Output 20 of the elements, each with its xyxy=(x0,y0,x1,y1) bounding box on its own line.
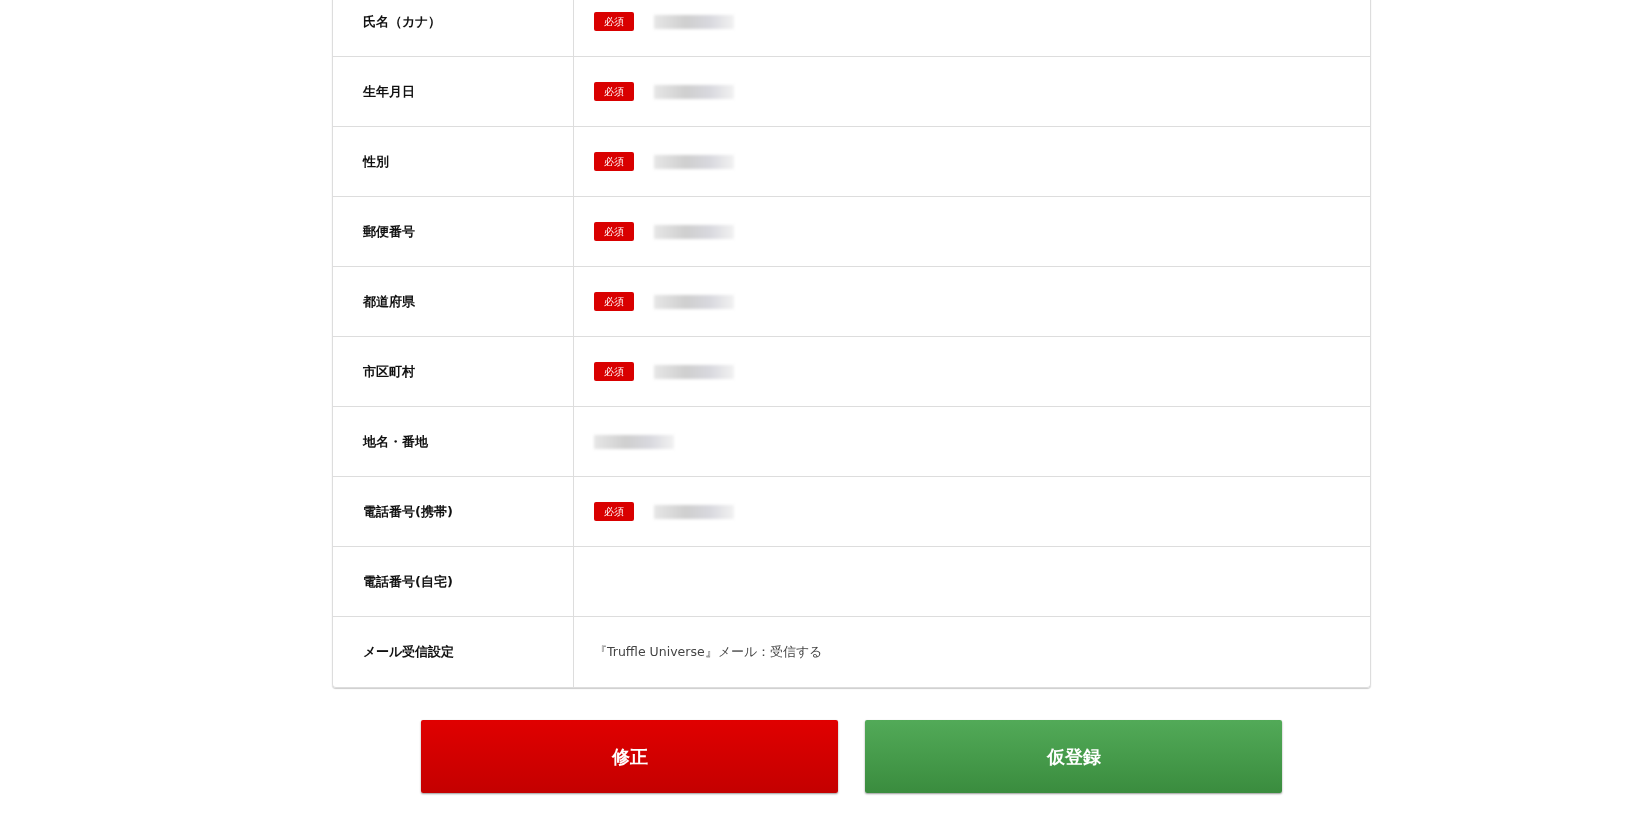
field-label: 地名・番地 xyxy=(363,432,428,451)
register-button[interactable]: 仮登録 xyxy=(865,720,1282,793)
field-label: 氏名（カナ） xyxy=(363,12,441,31)
field-label: 市区町村 xyxy=(363,362,415,381)
required-badge: 必須 xyxy=(594,152,634,171)
edit-button[interactable]: 修正 xyxy=(421,720,838,793)
field-label: 郵便番号 xyxy=(363,222,415,241)
required-badge: 必須 xyxy=(594,292,634,311)
field-label: 電話番号(携帯) xyxy=(363,502,453,521)
field-label: 電話番号(自宅) xyxy=(363,572,453,591)
field-label: 生年月日 xyxy=(363,82,415,101)
required-badge: 必須 xyxy=(594,222,634,241)
required-badge: 必須 xyxy=(594,82,634,101)
field-value: 『Truffle Universe』メール：受信する xyxy=(594,643,822,661)
required-badge: 必須 xyxy=(594,12,634,31)
required-badge: 必須 xyxy=(594,502,634,521)
required-badge: 必須 xyxy=(594,362,634,381)
field-label: 性別 xyxy=(363,152,389,171)
field-label: メール受信設定 xyxy=(363,643,454,661)
field-label: 都道府県 xyxy=(363,292,415,311)
